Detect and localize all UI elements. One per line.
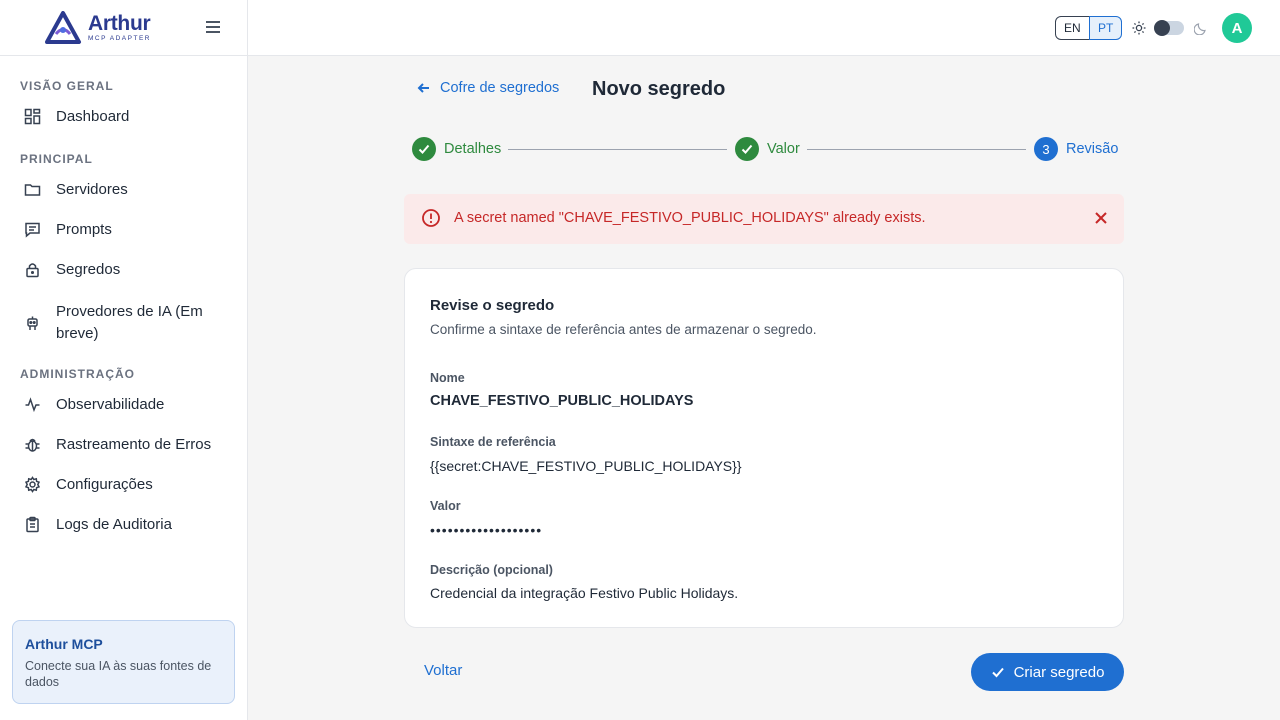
section-overview: VISÃO GERAL — [20, 79, 114, 93]
dashboard-icon — [24, 108, 41, 125]
card-subtitle: Confirme a sintaxe de referência antes d… — [430, 322, 817, 337]
sidebar-item-label: Observabilidade — [56, 396, 165, 413]
step-review: 3 Revisão — [1034, 137, 1118, 161]
logo-name: Arthur — [88, 11, 151, 35]
promo-card: Arthur MCP Conecte sua IA às suas fontes… — [12, 620, 235, 704]
theme-toggle-knob — [1154, 20, 1170, 36]
arthur-logo-icon — [45, 10, 81, 44]
back-link-label: Cofre de segredos — [440, 80, 560, 96]
create-secret-button[interactable]: Criar segredo — [971, 653, 1124, 691]
masked-value: ••••••••••••••••••• — [430, 522, 543, 538]
bug-icon — [24, 436, 41, 453]
step-connector — [508, 149, 727, 150]
gear-icon — [24, 476, 41, 493]
card-title: Revise o segredo — [430, 297, 555, 314]
reference-syntax-value: {{secret:CHAVE_FESTIVO_PUBLIC_HOLIDAYS}} — [430, 458, 742, 474]
sidebar-item-rastreamento-erros[interactable]: Rastreamento de Erros — [24, 436, 211, 453]
error-circle-icon — [422, 209, 440, 227]
promo-title: Arthur MCP — [25, 636, 103, 652]
value-label: Valor — [430, 499, 461, 513]
alert-message: A secret named "CHAVE_FESTIVO_PUBLIC_HOL… — [454, 210, 926, 226]
check-icon — [991, 667, 1004, 678]
step-connector — [807, 149, 1026, 150]
page-title: Novo segredo — [592, 78, 726, 100]
sidebar-item-label: Prompts — [56, 221, 112, 238]
sidebar-item-label: Rastreamento de Erros — [56, 436, 212, 453]
reference-syntax-label: Sintaxe de referência — [430, 435, 556, 449]
theme-toggle[interactable] — [1154, 20, 1184, 36]
stepper: Detalhes Valor 3 Revisão — [412, 137, 1124, 163]
back-button[interactable]: Voltar — [424, 662, 462, 679]
sidebar-item-label-cont: breve) — [56, 325, 99, 342]
logo-subtitle: MCP ADAPTER — [88, 34, 151, 42]
back-to-vault-link[interactable]: Cofre de segredos — [417, 80, 559, 96]
arrow-left-icon — [417, 83, 429, 93]
create-secret-label: Criar segredo — [1013, 663, 1105, 681]
sidebar-item-dashboard[interactable]: Dashboard — [24, 108, 129, 125]
clipboard-icon — [24, 516, 41, 533]
robot-icon — [24, 315, 41, 332]
promo-subtitle: Conecte sua IA às suas fontes de dados — [25, 659, 212, 689]
step-value: Valor — [735, 137, 800, 161]
sidebar-item-label: Dashboard — [56, 108, 130, 125]
folder-icon — [24, 181, 41, 198]
lang-en-button[interactable]: EN — [1055, 16, 1090, 40]
sidebar-item-observabilidade[interactable]: Observabilidade — [24, 396, 164, 413]
menu-toggle-icon[interactable] — [206, 21, 220, 33]
step-label: Revisão — [1066, 141, 1119, 157]
lang-pt-button[interactable]: PT — [1089, 16, 1123, 40]
sidebar-item-label: Logs de Auditoria — [56, 516, 172, 533]
logo-area: Arthur MCP ADAPTER — [0, 0, 247, 56]
error-alert: A secret named "CHAVE_FESTIVO_PUBLIC_HOL… — [404, 194, 1124, 244]
sidebar-item-segredos[interactable]: Segredos — [24, 261, 120, 278]
name-value: CHAVE_FESTIVO_PUBLIC_HOLIDAYS — [430, 393, 694, 409]
message-icon — [24, 221, 41, 238]
name-label: Nome — [430, 371, 465, 385]
step-details: Detalhes — [412, 137, 501, 161]
description-value: Credencial da integração Festivo Public … — [430, 585, 739, 601]
close-icon[interactable] — [1094, 211, 1108, 225]
sidebar-item-label: Configurações — [56, 476, 153, 493]
section-admin: ADMINISTRAÇÃO — [20, 367, 135, 381]
step-number: 3 — [1034, 137, 1058, 161]
check-icon — [735, 137, 759, 161]
review-card: Revise o segredo Confirme a sintaxe de r… — [404, 268, 1124, 628]
topbar: EN PT A — [248, 0, 1280, 56]
sidebar-item-label: Segredos — [56, 261, 121, 278]
sidebar-item-prompts[interactable]: Prompts — [24, 221, 112, 238]
check-icon — [412, 137, 436, 161]
step-label: Valor — [767, 141, 800, 157]
sidebar-item-label: Provedores de IA (Em — [56, 303, 203, 320]
sidebar-item-configuracoes[interactable]: Configurações — [24, 476, 153, 493]
step-label: Detalhes — [444, 141, 502, 157]
sidebar-item-label: Servidores — [56, 181, 128, 198]
section-principal: PRINCIPAL — [20, 152, 93, 166]
activity-icon — [24, 396, 41, 413]
sidebar-item-servidores[interactable]: Servidores — [24, 181, 128, 198]
moon-icon — [1194, 23, 1206, 35]
sun-icon — [1132, 21, 1146, 35]
sidebar-item-provedores-ia[interactable]: Provedores de IA (Em breve) — [24, 301, 203, 345]
lock-icon — [24, 261, 41, 278]
sidebar-item-logs-auditoria[interactable]: Logs de Auditoria — [24, 516, 172, 533]
description-label: Descrição (opcional) — [430, 563, 553, 577]
avatar[interactable]: A — [1222, 13, 1252, 43]
sidebar: Arthur MCP ADAPTER VISÃO GERAL Dashboard… — [0, 0, 248, 720]
